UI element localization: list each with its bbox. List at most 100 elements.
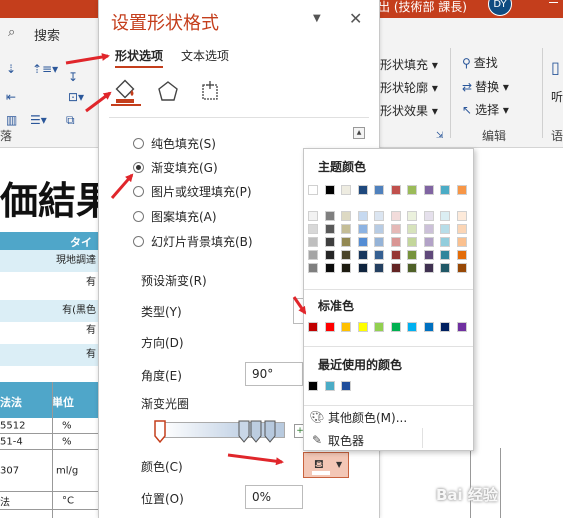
tab-text-options[interactable]: 文本选项 (181, 47, 229, 64)
shape-fill-button[interactable]: 形状填充 ▾ (380, 56, 438, 73)
standard-color-swatch[interactable] (390, 322, 401, 332)
theme-shade-swatch[interactable] (456, 250, 467, 260)
gradient-stop[interactable] (250, 420, 262, 444)
theme-shade-swatch[interactable] (440, 224, 450, 234)
radio-pattern-fill[interactable]: 图案填充(A) (133, 207, 217, 225)
theme-shade-swatch[interactable] (407, 237, 417, 247)
position-input[interactable]: 0% (245, 485, 303, 509)
theme-shade-swatch[interactable] (407, 224, 417, 234)
columns-icon[interactable]: ▥ (6, 113, 17, 127)
theme-shade-swatch[interactable] (341, 250, 351, 260)
theme-shade-swatch[interactable] (440, 211, 450, 221)
recent-color-swatch[interactable] (308, 381, 318, 391)
size-properties-category-button[interactable] (195, 78, 225, 106)
radio-slide-background-fill[interactable]: 幻灯片背景填充(B) (133, 232, 253, 250)
theme-shade-swatch[interactable] (308, 211, 318, 221)
theme-shade-swatch[interactable] (324, 250, 335, 260)
shape-outline-button[interactable]: 形状轮廓 ▾ (380, 79, 438, 96)
recent-color-swatch[interactable] (324, 381, 335, 391)
standard-color-swatch[interactable] (357, 322, 368, 332)
theme-shade-swatch[interactable] (324, 237, 335, 247)
standard-color-swatch[interactable] (423, 322, 434, 332)
standard-color-swatch[interactable] (407, 322, 417, 332)
radio-picture-fill[interactable]: 图片或纹理填充(P) (133, 182, 252, 200)
arrange-icon[interactable]: ⊡▾ (68, 90, 84, 104)
theme-shade-swatch[interactable] (456, 211, 467, 221)
theme-shade-swatch[interactable] (423, 211, 434, 221)
close-icon[interactable]: ✕ (349, 9, 362, 28)
gradient-stop-selected[interactable] (154, 420, 166, 444)
theme-shade-swatch[interactable] (390, 250, 401, 260)
gradient-stop[interactable] (238, 420, 250, 444)
effects-category-button[interactable] (153, 78, 183, 106)
theme-shade-swatch[interactable] (390, 211, 401, 221)
theme-shade-swatch[interactable] (423, 250, 434, 260)
fill-line-category-button[interactable] (111, 78, 141, 106)
theme-shade-swatch[interactable] (407, 263, 417, 273)
theme-shade-swatch[interactable] (374, 237, 384, 247)
theme-shade-swatch[interactable] (341, 237, 351, 247)
text-direction-icon[interactable]: ⇣ (6, 62, 16, 76)
theme-shade-swatch[interactable] (308, 237, 318, 247)
dialog-launcher-icon[interactable]: ⇲ (436, 131, 444, 141)
radio-gradient-fill[interactable]: 渐变填充(G) (133, 158, 218, 176)
theme-shade-swatch[interactable] (341, 211, 351, 221)
convert-icon[interactable]: ↧ (68, 70, 78, 84)
dictate-icon[interactable]: ▯ (551, 58, 560, 77)
theme-shade-swatch[interactable] (374, 224, 384, 234)
minimize-button[interactable] (533, 0, 563, 18)
theme-color-swatch[interactable] (423, 185, 434, 195)
theme-shade-swatch[interactable] (423, 263, 434, 273)
theme-shade-swatch[interactable] (456, 224, 467, 234)
indent-icon[interactable]: ☰▾ (30, 113, 47, 127)
theme-shade-swatch[interactable] (374, 250, 384, 260)
theme-color-swatch[interactable] (374, 185, 384, 195)
theme-shade-swatch[interactable] (374, 263, 384, 273)
theme-shade-swatch[interactable] (324, 263, 335, 273)
standard-color-swatch[interactable] (324, 322, 335, 332)
select-button[interactable]: ↖ 选择 ▾ (462, 101, 509, 118)
line-spacing-icon[interactable]: ⇡≡▾ (32, 62, 58, 76)
tab-shape-options[interactable]: 形状选项 (115, 47, 164, 68)
theme-color-swatch[interactable] (456, 185, 467, 195)
theme-color-swatch[interactable] (407, 185, 417, 195)
dictate-label[interactable]: 听 (551, 88, 563, 105)
smartart-icon[interactable]: ⧉ (66, 113, 75, 128)
theme-shade-swatch[interactable] (423, 224, 434, 234)
theme-shade-swatch[interactable] (440, 237, 450, 247)
theme-shade-swatch[interactable] (341, 263, 351, 273)
theme-color-swatch[interactable] (324, 185, 335, 195)
standard-color-swatch[interactable] (374, 322, 384, 332)
theme-color-swatch[interactable] (357, 185, 368, 195)
theme-shade-swatch[interactable] (440, 263, 450, 273)
radio-solid-fill[interactable]: 纯色填充(S) (133, 134, 216, 152)
standard-color-swatch[interactable] (440, 322, 450, 332)
eyedropper-item[interactable]: ✎ 取色器 (308, 431, 364, 449)
standard-color-swatch[interactable] (341, 322, 351, 332)
theme-shade-swatch[interactable] (407, 211, 417, 221)
document-canvas[interactable]: 価結果 タイ 現地調達 有 有(黒色 有 有 法法 単位 5512 % 51-4… (0, 148, 100, 518)
theme-shade-swatch[interactable] (357, 237, 368, 247)
theme-shade-swatch[interactable] (390, 237, 401, 247)
theme-shade-swatch[interactable] (456, 237, 467, 247)
theme-shade-swatch[interactable] (374, 211, 384, 221)
theme-color-swatch[interactable] (308, 185, 318, 195)
theme-shade-swatch[interactable] (423, 237, 434, 247)
theme-shade-swatch[interactable] (324, 211, 335, 221)
find-button[interactable]: ⚲ 查找 (462, 54, 498, 71)
theme-shade-swatch[interactable] (357, 250, 368, 260)
gradient-stop[interactable] (264, 420, 276, 444)
theme-color-swatch[interactable] (341, 185, 351, 195)
theme-shade-swatch[interactable] (308, 250, 318, 260)
theme-shade-swatch[interactable] (341, 224, 351, 234)
more-colors-item[interactable]: 🎨︎ 其他颜色(M)... (308, 408, 407, 426)
align-icon[interactable]: ⇤ (6, 90, 16, 104)
theme-shade-swatch[interactable] (357, 224, 368, 234)
scroll-up-icon[interactable]: ▲ (353, 127, 365, 139)
theme-shade-swatch[interactable] (357, 211, 368, 221)
tab-search[interactable]: 搜索 (34, 25, 60, 44)
search-icon[interactable]: ⌕ (8, 25, 15, 40)
theme-shade-swatch[interactable] (308, 263, 318, 273)
theme-shade-swatch[interactable] (407, 250, 417, 260)
theme-shade-swatch[interactable] (456, 263, 467, 273)
